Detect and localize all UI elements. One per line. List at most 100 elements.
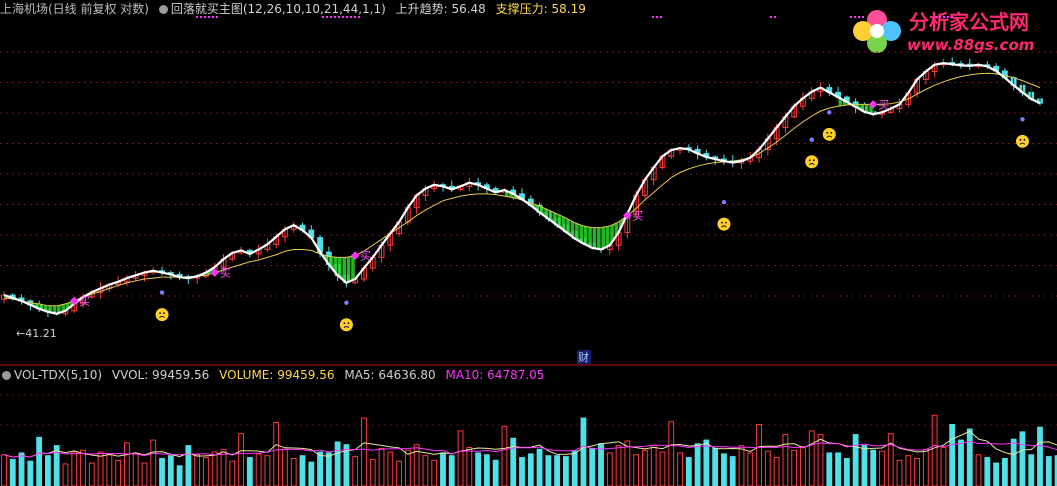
signal-dot [809, 137, 814, 142]
volume-bar [88, 462, 95, 486]
signal-dot [862, 16, 864, 18]
stock-chart: 买买买买买←41.21财 [0, 16, 1057, 486]
signal-dot [854, 16, 856, 18]
volume-bar [185, 445, 192, 486]
volume-bar [475, 452, 482, 486]
buy-label: 买 [79, 295, 90, 308]
volume-bar [721, 453, 727, 486]
volume-bar [975, 454, 982, 486]
signal-dot [656, 16, 658, 18]
volume-bar [650, 445, 657, 486]
volume-bar [308, 461, 315, 486]
signal-dot [1020, 117, 1025, 122]
signal-dot [200, 16, 202, 18]
signal-dot [770, 16, 772, 18]
volume-bar [615, 445, 622, 486]
volume-bar [589, 447, 596, 486]
volume-bar [510, 437, 517, 486]
volume-bar [97, 451, 104, 486]
signal-dot [342, 16, 344, 18]
volume-bar [879, 450, 885, 486]
volume-bar [800, 446, 806, 486]
volume-bar [817, 434, 824, 486]
volume-bar [1001, 457, 1008, 486]
signal-dot [330, 16, 332, 18]
signal-dot [935, 16, 937, 18]
volume-bar [422, 455, 429, 486]
volume-bar [317, 451, 323, 486]
volume-bar [835, 452, 841, 486]
sad-face-eye [812, 159, 815, 162]
sad-face-icon [155, 308, 169, 322]
volume-bar [1037, 426, 1043, 486]
signal-dot [344, 300, 349, 305]
signal-dot [212, 16, 214, 18]
sad-face-icon [339, 318, 353, 332]
sad-face-eye [163, 312, 165, 314]
top-signal-dots [196, 16, 953, 18]
volume-bar [606, 452, 613, 486]
volume-bar [624, 440, 631, 486]
volume-bar [545, 455, 552, 486]
volume-bar [861, 445, 868, 486]
volume-bar [852, 434, 859, 486]
volume-bar [203, 457, 209, 486]
volume-bar [949, 423, 956, 486]
volume-bar [527, 453, 534, 486]
volume-bar [1019, 431, 1026, 486]
volume-bar [448, 455, 455, 486]
volume-bar [167, 455, 174, 486]
volume-bar [791, 449, 798, 486]
volume-bar [993, 462, 1000, 486]
signal-dot [159, 290, 165, 295]
buy-label: 买 [360, 250, 371, 263]
volume-bar [9, 458, 16, 486]
buy-label: 买 [632, 210, 643, 223]
volume-bar [843, 457, 850, 486]
sad-face-eye [826, 131, 829, 134]
volume-bar [246, 457, 253, 486]
volume-bar [966, 428, 973, 486]
volume-bar [106, 454, 113, 486]
signal-dot [326, 16, 328, 18]
signal-dot [334, 16, 336, 18]
sad-face-eye [1023, 138, 1026, 141]
volume-bar [668, 421, 675, 486]
volume-bar [299, 455, 306, 486]
volume-bar [1028, 454, 1035, 486]
signal-dot [827, 110, 832, 115]
signal-dot [660, 16, 662, 18]
grid-lines [0, 51, 1057, 456]
volume-bar [896, 459, 903, 486]
signal-dot [196, 16, 198, 18]
signal-dot [358, 16, 360, 18]
signal-dot [354, 16, 356, 18]
buy-label: 买 [220, 267, 231, 280]
volume-bar [115, 459, 122, 486]
volume-bar [229, 460, 236, 486]
warning-faces [155, 110, 1029, 332]
volume-bar [747, 452, 754, 486]
volume-bar [36, 436, 43, 486]
volume-bar [325, 452, 332, 486]
volume-bar [659, 451, 666, 486]
signal-dot [208, 16, 210, 18]
sad-face-icon [822, 127, 836, 141]
volume-bar [773, 457, 780, 486]
signal-dot [943, 16, 945, 18]
volume-bar [738, 445, 745, 486]
volume-bar [457, 430, 464, 486]
volume-bar [396, 460, 402, 486]
volume-bar [334, 441, 341, 486]
volume-bar [141, 462, 148, 486]
volume-bar [62, 463, 69, 486]
sad-face-eye [347, 322, 350, 325]
volume-bar [53, 445, 60, 486]
volume-bar [870, 449, 877, 486]
volume-bar [685, 457, 692, 486]
volume-bar [562, 456, 569, 486]
volume-bar [290, 457, 297, 486]
buy-label: 买 [878, 98, 889, 111]
volume-bar [808, 430, 815, 486]
volume-bar [255, 453, 262, 486]
